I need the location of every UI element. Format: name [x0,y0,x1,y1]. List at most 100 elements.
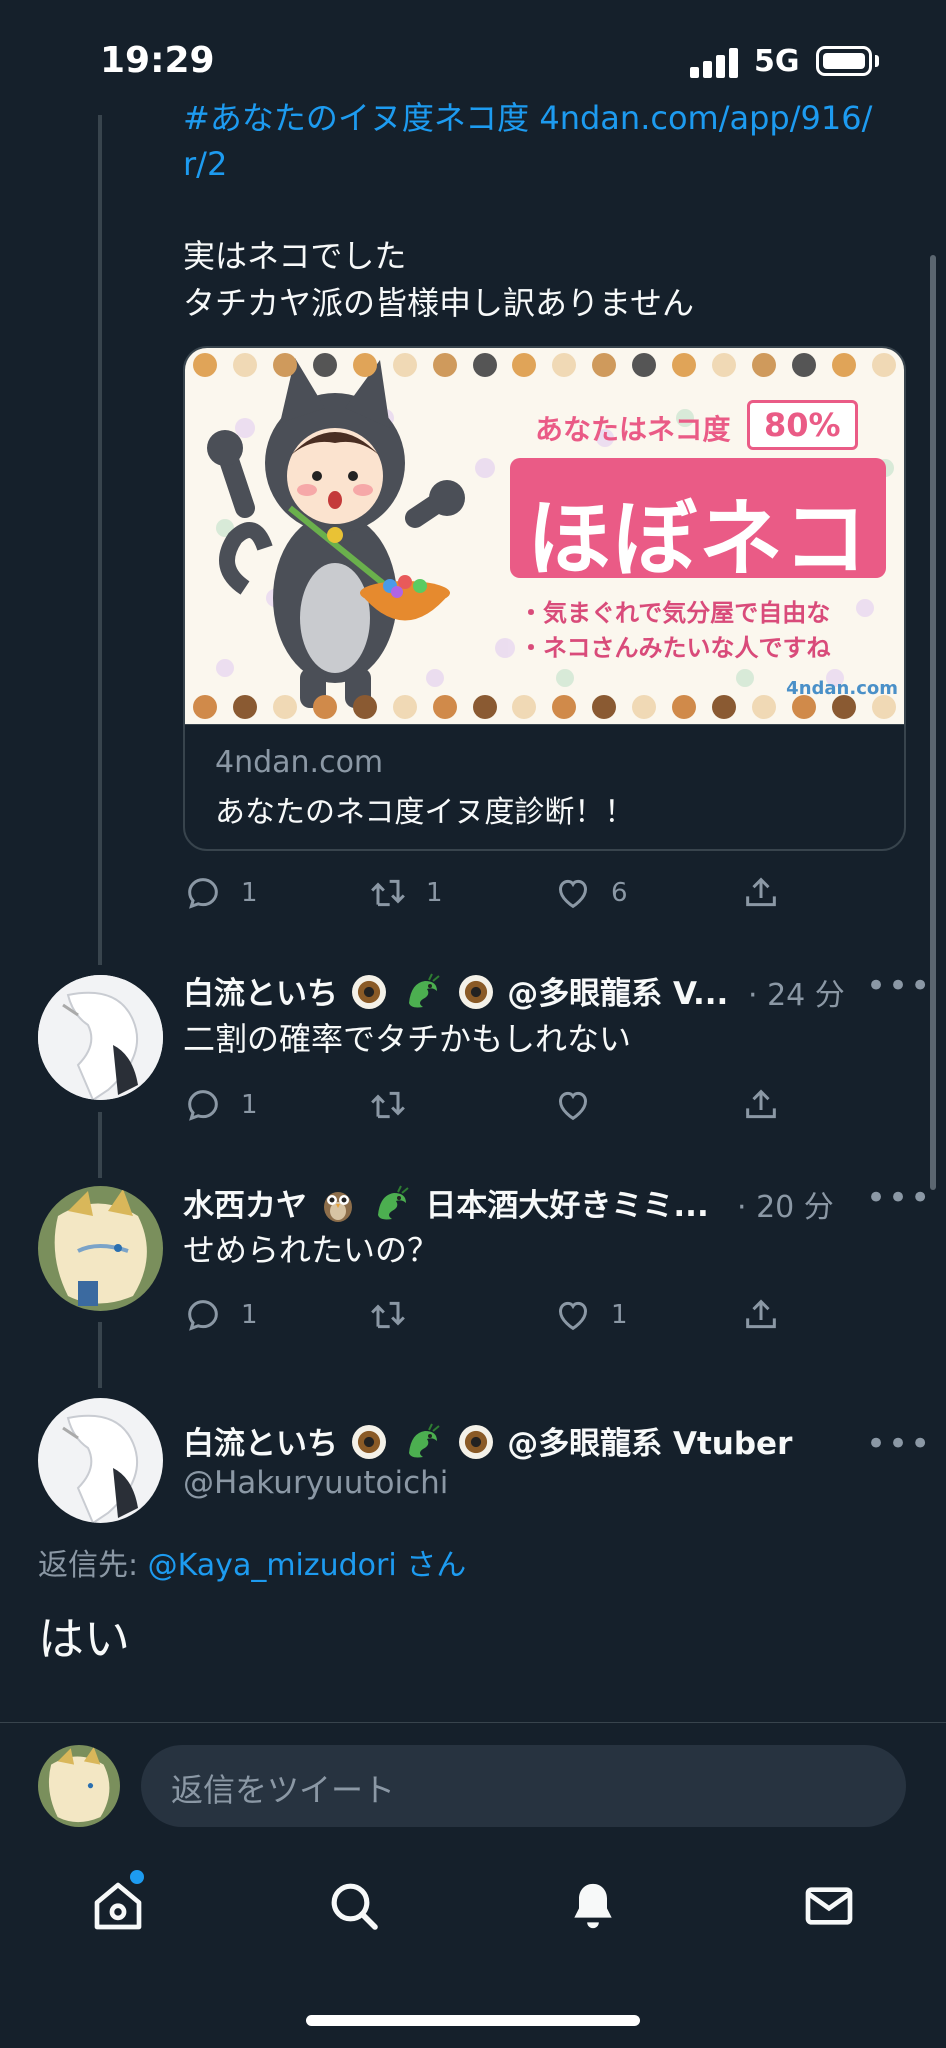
dragon-emoji-icon [408,973,440,1008]
heart-icon [558,1091,588,1121]
compose-avatar[interactable] [38,1745,120,1827]
network-type: 5G [754,44,800,79]
tweet-text-line-1: 実はネコでした [183,237,407,275]
hashtag-link[interactable]: #あなたのイヌ度ネコ度 4ndan.com/app/916/ [183,99,872,137]
retweet-action[interactable] [368,1080,408,1130]
retweet-icon [371,1091,405,1119]
dragon-emoji-icon [377,1185,409,1220]
display-name-suffix: @多眼龍系 V... [507,976,729,1012]
status-time: 19:29 [100,40,215,81]
thread-line [98,115,102,965]
display-name-suffix: 日本酒大好きミミ... [425,1188,709,1224]
retweet-action[interactable] [368,1290,408,1340]
card-watermark: 4ndan.com [786,678,898,699]
card-result-title: ほぼネコ [526,490,870,588]
more-options-icon[interactable]: ••• [866,966,932,1006]
display-name: 白流といち [183,976,338,1012]
link-card[interactable]: あなたはネコ度 80% ほぼネコ ・気まぐれで気分屋で自由な ・ネコさんみたいな… [183,346,906,851]
bell-icon [574,1883,612,1929]
compose-placeholder: 返信をツイート [171,1771,396,1809]
white-dragon-avatar-image [38,975,163,1100]
golden-dragon-avatar-image [38,1186,163,1311]
tab-notifications[interactable] [565,1878,621,1934]
like-action[interactable] [553,1080,593,1130]
notification-dot [130,1870,144,1884]
share-action[interactable] [741,1290,781,1340]
main-tweet-actions: 1 1 6 [183,868,803,918]
tab-search[interactable] [326,1878,382,1934]
focused-handle[interactable]: @Hakuryuutoichi [183,1465,448,1501]
tab-messages[interactable] [801,1878,857,1934]
eye-emoji-icon [351,1425,386,1459]
reply-count: 1 [241,1300,258,1330]
like-action[interactable]: 1 [553,1290,628,1340]
compose-divider [0,1722,946,1723]
retweet-action[interactable]: 1 [368,868,443,918]
tab-home[interactable] [90,1878,146,1934]
card-result-box: ほぼネコ [510,458,886,588]
reply-1-actions: 1 [183,1080,803,1130]
avatar[interactable] [38,975,163,1100]
url-link-cont[interactable]: r/2 [183,145,227,183]
share-action[interactable] [741,868,781,918]
reply-to-label: 返信先: [38,1548,139,1583]
display-name: 水西カヤ [183,1188,307,1224]
more-options-icon[interactable]: ••• [866,1178,932,1218]
share-icon [746,1089,776,1119]
eye-emoji-icon [459,1425,494,1459]
card-result-percent: 80% [747,400,858,450]
reply-1-time: · 24 分 [748,978,845,1013]
reply-icon [188,1090,218,1121]
reply-to-suffix: さん [406,1548,467,1583]
focused-tweet-text: はい [38,1612,130,1666]
battery-icon [816,46,872,76]
tweet-text-line-2: タチカヤ派の皆様申し訳ありません [183,284,695,322]
tweet-link-cont[interactable]: r/2 [183,141,227,188]
dragon-emoji-icon [408,1423,440,1458]
card-title: あなたのネコ度イヌ度診断！！ [215,795,635,830]
more-options-icon[interactable]: ••• [866,1424,932,1464]
card-meta: 4ndan.com あなたのネコ度イヌ度診断！！ [185,724,904,849]
reply-2-author[interactable]: 水西カヤ 日本酒大好きミミ... [183,1180,743,1225]
white-dragon-avatar-image [38,1398,163,1523]
reply-1-text: 二割の確率でタチかもしれない [183,1020,632,1058]
avatar[interactable] [38,1186,163,1311]
reply-action[interactable]: 1 [183,1080,258,1130]
reply-icon [188,1300,218,1331]
home-indicator [306,2015,640,2026]
thread-line [98,1112,102,1178]
thread-line [98,1322,102,1388]
retweet-icon [371,879,405,907]
card-domain: 4ndan.com [215,745,384,780]
reply-icon [188,878,218,909]
scrollbar[interactable] [930,255,936,1190]
reply-2-actions: 1 1 [183,1290,803,1340]
reply-compose-input[interactable]: 返信をツイート [141,1745,906,1827]
display-name: 白流といち [183,1426,338,1462]
card-image: あなたはネコ度 80% ほぼネコ ・気まぐれで気分屋で自由な ・ネコさんみたいな… [185,348,904,724]
heart-icon [558,879,588,909]
reply-2-time: · 20 分 [737,1190,834,1225]
share-icon [746,1299,776,1329]
reply-count: 1 [241,878,258,908]
reply-to-handle[interactable]: @Kaya_mizudori [148,1548,397,1583]
owl-emoji-icon [323,1192,352,1222]
share-icon [746,877,776,907]
mail-icon [805,1887,853,1925]
like-action[interactable]: 6 [553,868,628,918]
reply-action[interactable]: 1 [183,868,258,918]
tweet-link-line[interactable]: #あなたのイヌ度ネコ度 4ndan.com/app/916/ [183,95,903,142]
search-icon [331,1883,378,1930]
like-count: 1 [611,1300,628,1330]
reply-1-author[interactable]: 白流といち @多眼龍系 V... [183,968,823,1013]
card-result-line-2: ・ネコさんみたいな人ですね [519,634,831,662]
focused-author[interactable]: 白流といち @多眼龍系 Vtuber [183,1418,843,1463]
golden-dragon-avatar-image [38,1745,120,1827]
display-name-suffix: @多眼龍系 Vtuber [507,1426,793,1462]
cellular-signal-icon [690,48,740,78]
home-icon [94,1882,142,1930]
avatar[interactable] [38,1398,163,1523]
heart-icon [558,1301,588,1331]
reply-action[interactable]: 1 [183,1290,258,1340]
share-action[interactable] [741,1080,781,1130]
